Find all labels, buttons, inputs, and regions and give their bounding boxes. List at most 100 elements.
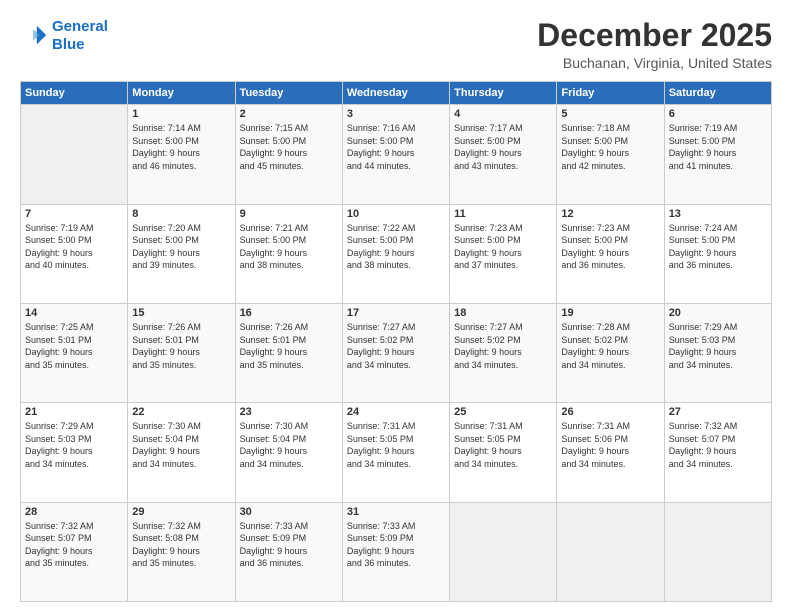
calendar-header-row: SundayMondayTuesdayWednesdayThursdayFrid… [21,82,772,105]
calendar-day-cell: 26Sunrise: 7:31 AM Sunset: 5:06 PM Dayli… [557,403,664,502]
subtitle: Buchanan, Virginia, United States [537,55,772,71]
weekday-header-wednesday: Wednesday [342,82,449,105]
day-info: Sunrise: 7:19 AM Sunset: 5:00 PM Dayligh… [669,122,767,172]
calendar-day-cell: 27 Sunrise: 7:32 AM Sunset: 5:07 PM Dayli… [664,403,771,502]
weekday-header-monday: Monday [128,82,235,105]
calendar-day-cell: 2 Sunrise: 7:15 AM Sunset: 5:00 PM Daylig… [235,105,342,204]
day-info: Sunrise: 7:32 AM Sunset: 5:07 PM Dayligh… [669,420,767,470]
day-number: 15 [132,307,230,319]
day-info: Sunrise: 7:21 AM Sunset: 5:00 PM Dayligh… [240,222,338,272]
day-info: Sunrise: 7:16 AM Sunset: 5:00 PM Dayligh… [347,122,445,172]
calendar-day-cell: 9 Sunrise: 7:21 AM Sunset: 5:00 PM Daylig… [235,204,342,303]
weekday-header-tuesday: Tuesday [235,82,342,105]
day-number: 25 [454,406,552,418]
day-number: 9 [240,208,338,220]
calendar-day-cell: 12 Sunrise: 7:23 AM Sunset: 5:00 PM Dayli… [557,204,664,303]
day-info: Sunrise: 7:28 AM Sunset: 5:02 PM Dayligh… [561,321,659,371]
logo-icon [20,22,48,50]
day-number: 13 [669,208,767,220]
calendar-day-cell [21,105,128,204]
calendar-day-cell: 13 Sunrise: 7:24 AM Sunset: 5:00 PM Dayli… [664,204,771,303]
day-info: Sunrise: 7:22 AM Sunset: 5:00 PM Dayligh… [347,222,445,272]
calendar-day-cell: 3Sunrise: 7:16 AM Sunset: 5:00 PM Daylig… [342,105,449,204]
calendar-day-cell: 14 Sunrise: 7:25 AM Sunset: 5:01 PM Dayli… [21,303,128,402]
day-number: 28 [25,506,123,518]
day-info: Sunrise: 7:31 AM Sunset: 5:05 PM Dayligh… [454,420,552,470]
day-number: 23 [240,406,338,418]
calendar-day-cell: 10 Sunrise: 7:22 AM Sunset: 5:00 PM Dayli… [342,204,449,303]
day-info: Sunrise: 7:18 AM Sunset: 5:00 PM Dayligh… [561,122,659,172]
calendar-week-row: 14 Sunrise: 7:25 AM Sunset: 5:01 PM Dayli… [21,303,772,402]
calendar-week-row: 21Sunrise: 7:29 AM Sunset: 5:03 PM Dayli… [21,403,772,502]
day-number: 27 [669,406,767,418]
calendar-day-cell [557,502,664,601]
day-info: Sunrise: 7:25 AM Sunset: 5:01 PM Dayligh… [25,321,123,371]
calendar-day-cell: 16 Sunrise: 7:26 AM Sunset: 5:01 PM Dayli… [235,303,342,402]
day-info: Sunrise: 7:24 AM Sunset: 5:00 PM Dayligh… [669,222,767,272]
calendar-day-cell: 8 Sunrise: 7:20 AM Sunset: 5:00 PM Daylig… [128,204,235,303]
day-info: Sunrise: 7:20 AM Sunset: 5:00 PM Dayligh… [132,222,230,272]
logo: General Blue [20,18,108,54]
day-info: Sunrise: 7:19 AM Sunset: 5:00 PM Dayligh… [25,222,123,272]
calendar-day-cell: 18Sunrise: 7:27 AM Sunset: 5:02 PM Dayli… [450,303,557,402]
day-info: Sunrise: 7:17 AM Sunset: 5:00 PM Dayligh… [454,122,552,172]
day-info: Sunrise: 7:29 AM Sunset: 5:03 PM Dayligh… [669,321,767,371]
calendar-day-cell: 19 Sunrise: 7:28 AM Sunset: 5:02 PM Dayli… [557,303,664,402]
day-number: 22 [132,406,230,418]
calendar-week-row: 28 Sunrise: 7:32 AM Sunset: 5:07 PM Dayli… [21,502,772,601]
day-number: 6 [669,108,767,120]
calendar-week-row: 7Sunrise: 7:19 AM Sunset: 5:00 PM Daylig… [21,204,772,303]
header: General Blue December 2025 Buchanan, Vir… [20,18,772,71]
calendar-day-cell: 25 Sunrise: 7:31 AM Sunset: 5:05 PM Dayli… [450,403,557,502]
calendar-day-cell: 29 Sunrise: 7:32 AM Sunset: 5:08 PM Dayli… [128,502,235,601]
day-info: Sunrise: 7:26 AM Sunset: 5:01 PM Dayligh… [240,321,338,371]
day-number: 12 [561,208,659,220]
calendar-day-cell [664,502,771,601]
calendar-day-cell: 7Sunrise: 7:19 AM Sunset: 5:00 PM Daylig… [21,204,128,303]
page: General Blue December 2025 Buchanan, Vir… [0,0,792,612]
calendar-week-row: 1 Sunrise: 7:14 AM Sunset: 5:00 PM Daylig… [21,105,772,204]
day-number: 16 [240,307,338,319]
day-info: Sunrise: 7:30 AM Sunset: 5:04 PM Dayligh… [240,420,338,470]
day-info: Sunrise: 7:14 AM Sunset: 5:00 PM Dayligh… [132,122,230,172]
calendar-table: SundayMondayTuesdayWednesdayThursdayFrid… [20,81,772,602]
day-number: 8 [132,208,230,220]
title-block: December 2025 Buchanan, Virginia, United… [537,18,772,71]
day-number: 17 [347,307,445,319]
day-info: Sunrise: 7:32 AM Sunset: 5:08 PM Dayligh… [132,520,230,570]
day-number: 10 [347,208,445,220]
weekday-header-friday: Friday [557,82,664,105]
day-number: 29 [132,506,230,518]
day-number: 30 [240,506,338,518]
day-number: 5 [561,108,659,120]
day-info: Sunrise: 7:32 AM Sunset: 5:07 PM Dayligh… [25,520,123,570]
day-number: 20 [669,307,767,319]
calendar-day-cell: 15 Sunrise: 7:26 AM Sunset: 5:01 PM Dayli… [128,303,235,402]
day-number: 19 [561,307,659,319]
day-number: 24 [347,406,445,418]
day-info: Sunrise: 7:23 AM Sunset: 5:00 PM Dayligh… [561,222,659,272]
day-number: 2 [240,108,338,120]
weekday-header-sunday: Sunday [21,82,128,105]
day-info: Sunrise: 7:31 AM Sunset: 5:05 PM Dayligh… [347,420,445,470]
day-number: 18 [454,307,552,319]
logo-text: General Blue [52,18,108,54]
day-number: 1 [132,108,230,120]
calendar-day-cell: 31Sunrise: 7:33 AM Sunset: 5:09 PM Dayli… [342,502,449,601]
calendar-day-cell: 11Sunrise: 7:23 AM Sunset: 5:00 PM Dayli… [450,204,557,303]
calendar-day-cell: 28 Sunrise: 7:32 AM Sunset: 5:07 PM Dayli… [21,502,128,601]
calendar-day-cell: 30Sunrise: 7:33 AM Sunset: 5:09 PM Dayli… [235,502,342,601]
day-info: Sunrise: 7:26 AM Sunset: 5:01 PM Dayligh… [132,321,230,371]
calendar-day-cell: 5 Sunrise: 7:18 AM Sunset: 5:00 PM Daylig… [557,105,664,204]
calendar-day-cell: 4 Sunrise: 7:17 AM Sunset: 5:00 PM Daylig… [450,105,557,204]
day-number: 4 [454,108,552,120]
calendar-day-cell: 6 Sunrise: 7:19 AM Sunset: 5:00 PM Daylig… [664,105,771,204]
day-info: Sunrise: 7:15 AM Sunset: 5:00 PM Dayligh… [240,122,338,172]
main-title: December 2025 [537,18,772,53]
calendar-day-cell: 20 Sunrise: 7:29 AM Sunset: 5:03 PM Dayli… [664,303,771,402]
day-info: Sunrise: 7:30 AM Sunset: 5:04 PM Dayligh… [132,420,230,470]
day-number: 14 [25,307,123,319]
day-number: 26 [561,406,659,418]
day-info: Sunrise: 7:27 AM Sunset: 5:02 PM Dayligh… [347,321,445,371]
day-number: 31 [347,506,445,518]
